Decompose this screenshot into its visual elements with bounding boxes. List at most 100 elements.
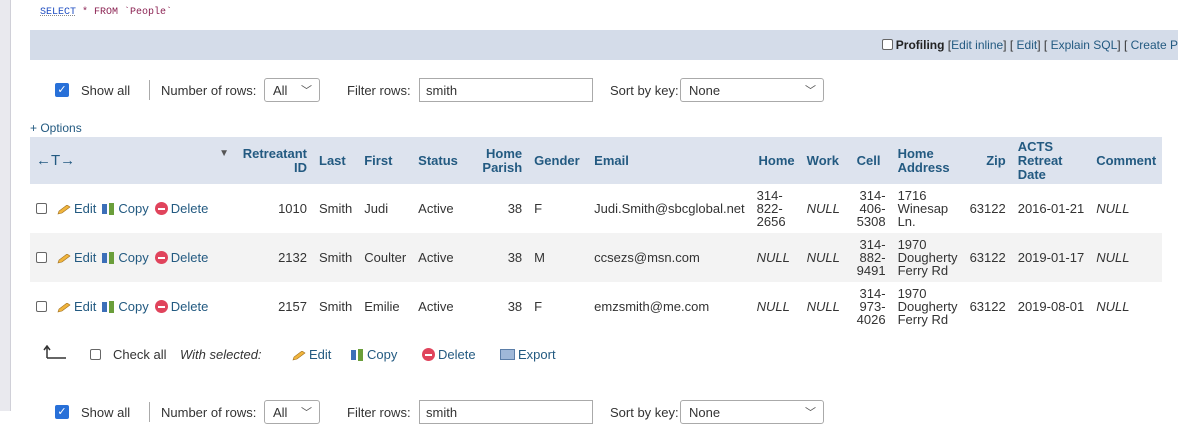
- column-header-label[interactable]: Work: [807, 153, 839, 168]
- options-link[interactable]: + Options: [30, 121, 82, 135]
- home-phone-cell[interactable]: NULL: [750, 233, 801, 282]
- comment-cell[interactable]: NULL: [1090, 184, 1163, 233]
- comment-cell[interactable]: NULL: [1090, 282, 1163, 331]
- column-header-label[interactable]: Parish: [482, 160, 522, 175]
- column-header[interactable]: Gender: [528, 137, 589, 184]
- cell-phone-cell[interactable]: 314- 406- 5308: [850, 184, 892, 233]
- bulk-delete-button[interactable]: Delete: [422, 347, 476, 362]
- home-address-cell[interactable]: 1716 Winesap Ln.: [891, 184, 964, 233]
- column-header-label[interactable]: Retreatant: [243, 146, 307, 161]
- column-header-label[interactable]: First: [364, 153, 392, 168]
- column-header[interactable]: ACTS Retreat Date: [1011, 137, 1091, 184]
- column-header[interactable]: Home Address: [891, 137, 964, 184]
- last-name-cell[interactable]: Smith: [313, 282, 359, 331]
- column-toggle-icon[interactable]: ←T→: [36, 152, 75, 169]
- column-header-label[interactable]: Date: [1018, 167, 1046, 182]
- column-header-label[interactable]: Home: [898, 146, 934, 161]
- comment-cell[interactable]: NULL: [1090, 233, 1163, 282]
- retreatant-id-cell[interactable]: 1010: [235, 184, 313, 233]
- home-parish-cell[interactable]: 38: [470, 282, 529, 331]
- column-header-label[interactable]: Home: [759, 153, 795, 168]
- column-header-label[interactable]: Gender: [534, 153, 580, 168]
- edit-button[interactable]: Edit: [57, 299, 96, 314]
- column-header-label[interactable]: Cell: [857, 153, 881, 168]
- zip-cell[interactable]: 63122: [963, 184, 1012, 233]
- retreat-date-cell[interactable]: 2019-01-17: [1011, 233, 1091, 282]
- sort-by-key-select-bottom[interactable]: None ﹀: [680, 400, 824, 424]
- filter-rows-input[interactable]: smith: [419, 78, 593, 102]
- column-header-label[interactable]: Address: [898, 160, 950, 175]
- cell-phone-cell[interactable]: 314- 882- 9491: [850, 233, 892, 282]
- explain-sql-link[interactable]: Explain SQL: [1051, 38, 1118, 52]
- home-address-cell[interactable]: 1970 Dougherty Ferry Rd: [891, 233, 964, 282]
- zip-cell[interactable]: 63122: [963, 233, 1012, 282]
- email-cell[interactable]: Judi.Smith@sbcglobal.net: [588, 184, 751, 233]
- column-header[interactable]: Home: [750, 137, 801, 184]
- column-header-label[interactable]: Email: [594, 153, 629, 168]
- caret-down-icon[interactable]: ▼: [219, 147, 229, 161]
- status-cell[interactable]: Active: [412, 184, 471, 233]
- zip-cell[interactable]: 63122: [963, 282, 1012, 331]
- column-header-label[interactable]: Retreat: [1018, 153, 1063, 168]
- last-name-cell[interactable]: Smith: [313, 233, 359, 282]
- column-header-label[interactable]: Last: [319, 153, 346, 168]
- column-header[interactable]: First: [358, 137, 413, 184]
- profiling-checkbox[interactable]: [881, 39, 893, 50]
- delete-button[interactable]: Delete: [154, 299, 208, 314]
- column-header[interactable]: Email: [588, 137, 751, 184]
- copy-button[interactable]: Copy: [102, 250, 149, 265]
- edit-button[interactable]: Edit: [57, 250, 96, 265]
- copy-button[interactable]: Copy: [102, 201, 149, 216]
- home-address-cell[interactable]: 1970 Dougherty Ferry Rd: [891, 282, 964, 331]
- column-toggle-header[interactable]: ←T→ ▼: [30, 137, 235, 184]
- number-of-rows-select[interactable]: All ﹀: [264, 78, 320, 102]
- sort-by-key-select[interactable]: None ﹀: [680, 78, 824, 102]
- email-cell[interactable]: ccsezs@msn.com: [588, 233, 751, 282]
- edit-button[interactable]: Edit: [57, 201, 96, 216]
- first-name-cell[interactable]: Judi: [358, 184, 413, 233]
- column-header[interactable]: Last: [313, 137, 359, 184]
- work-phone-cell[interactable]: NULL: [800, 233, 851, 282]
- home-phone-cell[interactable]: NULL: [750, 282, 801, 331]
- home-phone-cell[interactable]: 314- 822- 2656: [750, 184, 801, 233]
- filter-rows-input-bottom[interactable]: smith: [419, 400, 593, 424]
- bulk-export-button[interactable]: Export: [500, 347, 556, 362]
- email-cell[interactable]: emzsmith@me.com: [588, 282, 751, 331]
- column-header-label[interactable]: ID: [294, 160, 307, 175]
- column-header-label[interactable]: Zip: [986, 153, 1006, 168]
- show-all-checkbox-bottom[interactable]: ✓: [55, 405, 69, 419]
- column-header-label[interactable]: ACTS: [1018, 139, 1053, 154]
- column-header-label[interactable]: Status: [418, 153, 458, 168]
- copy-button[interactable]: Copy: [102, 299, 149, 314]
- column-header-label[interactable]: Comment: [1096, 153, 1156, 168]
- delete-button[interactable]: Delete: [154, 201, 208, 216]
- first-name-cell[interactable]: Coulter: [358, 233, 413, 282]
- delete-button[interactable]: Delete: [154, 250, 208, 265]
- edit-link[interactable]: Edit: [1017, 38, 1038, 52]
- number-of-rows-select-bottom[interactable]: All ﹀: [264, 400, 320, 424]
- work-phone-cell[interactable]: NULL: [800, 184, 851, 233]
- column-header[interactable]: Home Parish: [470, 137, 529, 184]
- status-cell[interactable]: Active: [412, 282, 471, 331]
- check-all-label[interactable]: Check all: [113, 347, 166, 362]
- column-header[interactable]: Status: [412, 137, 471, 184]
- bulk-edit-button[interactable]: Edit: [292, 347, 331, 362]
- edit-inline-link[interactable]: Edit inline: [951, 38, 1003, 52]
- column-header[interactable]: Comment: [1090, 137, 1163, 184]
- status-cell[interactable]: Active: [412, 233, 471, 282]
- column-header[interactable]: Work: [800, 137, 851, 184]
- last-name-cell[interactable]: Smith: [313, 184, 359, 233]
- gender-cell[interactable]: F: [528, 184, 589, 233]
- cell-phone-cell[interactable]: 314- 973- 4026: [850, 282, 892, 331]
- retreatant-id-cell[interactable]: 2157: [235, 282, 313, 331]
- column-header[interactable]: Cell: [850, 137, 892, 184]
- column-header-label[interactable]: Home: [486, 146, 522, 161]
- home-parish-cell[interactable]: 38: [470, 184, 529, 233]
- show-all-checkbox[interactable]: ✓: [55, 83, 69, 97]
- check-all-checkbox[interactable]: [90, 347, 101, 362]
- work-phone-cell[interactable]: NULL: [800, 282, 851, 331]
- gender-cell[interactable]: M: [528, 233, 589, 282]
- home-parish-cell[interactable]: 38: [470, 233, 529, 282]
- bulk-copy-button[interactable]: Copy: [351, 347, 397, 362]
- gender-cell[interactable]: F: [528, 282, 589, 331]
